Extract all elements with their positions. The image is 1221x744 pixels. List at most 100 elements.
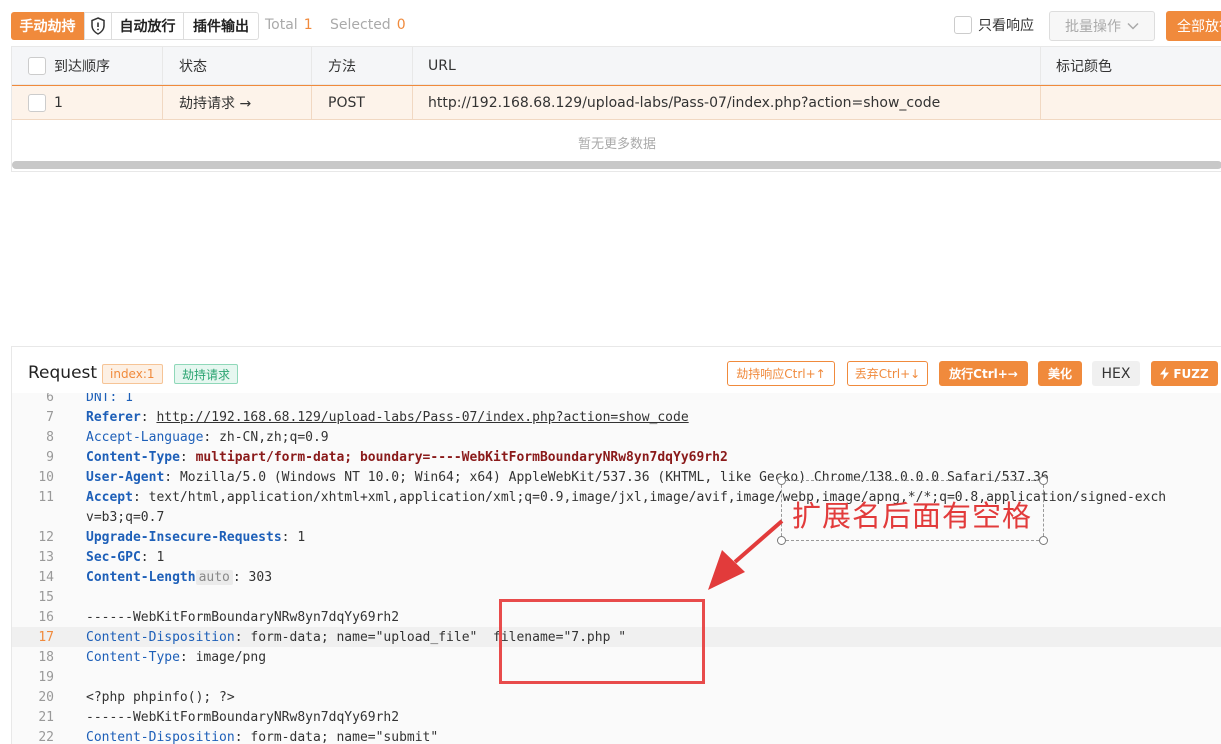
- code-line: 8 Accept-Language: zh-CN,zh;q=0.9: [12, 427, 1221, 447]
- only-response-toggle[interactable]: 只看响应: [954, 15, 1034, 35]
- horizontal-scrollbar[interactable]: [12, 161, 1221, 169]
- header-key: User-Agent: [86, 469, 165, 485]
- release-button[interactable]: 放行Ctrl+→: [939, 361, 1028, 386]
- col-url[interactable]: URL: [413, 47, 1041, 84]
- line-number: 20: [38, 689, 54, 705]
- col-url-label: URL: [428, 57, 456, 74]
- line-number: 12: [38, 529, 54, 545]
- fuzz-button[interactable]: FUZZ: [1151, 361, 1218, 386]
- resize-handle[interactable]: [777, 476, 786, 485]
- col-method[interactable]: 方法: [312, 47, 413, 84]
- line-number: 18: [38, 649, 54, 665]
- line-text: v=b3;q=0.7: [86, 509, 165, 525]
- resize-handle[interactable]: [1039, 536, 1048, 545]
- row-status-cell: 劫持请求 →: [163, 86, 312, 120]
- hex-button[interactable]: HEX: [1092, 361, 1140, 386]
- selected-label: Selected: [330, 17, 391, 33]
- plugin-output-button[interactable]: 插件输出: [184, 12, 259, 40]
- row-status: 劫持请求 →: [179, 96, 252, 112]
- col-status[interactable]: 状态: [163, 47, 312, 84]
- shield-button[interactable]: [84, 12, 112, 40]
- total-count: 1: [303, 17, 313, 33]
- drop-button[interactable]: 丢弃Ctrl+↓: [847, 361, 928, 386]
- line-number: 19: [38, 669, 54, 685]
- hijack-request-tag: 劫持请求: [174, 364, 239, 384]
- row-url: http://192.168.68.129/upload-labs/Pass-0…: [428, 95, 941, 111]
- select-all-checkbox[interactable]: [28, 56, 46, 75]
- code-line: 22 Content-Disposition: form-data; name=…: [12, 727, 1221, 744]
- header-key: Content-Disposition: [86, 629, 235, 645]
- resize-handle[interactable]: [777, 536, 786, 545]
- header-key: Content-Type: [86, 649, 180, 665]
- header-value: image/png: [195, 649, 267, 665]
- header-key: Content-Type: [86, 449, 180, 465]
- line-number: 21: [38, 709, 54, 725]
- col-method-label: 方法: [328, 58, 356, 75]
- request-title: Request: [28, 363, 98, 383]
- request-editor[interactable]: 6 DNT: 1 7 Referer: http://192.168.68.12…: [12, 393, 1221, 744]
- line-number: 8: [46, 429, 54, 445]
- col-order[interactable]: 到达顺序: [12, 47, 163, 84]
- row-checkbox[interactable]: [28, 94, 46, 112]
- header-value: 1: [156, 549, 165, 565]
- code-line: 14 Content-Length auto: 303: [12, 567, 1221, 587]
- code-line: 20 <?php phpinfo(); ?>: [12, 687, 1221, 707]
- total-stat: Total 1: [265, 17, 313, 33]
- header-key: Content-Length: [86, 569, 196, 585]
- code-line: 9 Content-Type: multipart/form-data; bou…: [12, 447, 1221, 467]
- line-number: 6: [46, 393, 54, 405]
- resize-handle[interactable]: [1039, 476, 1048, 485]
- row-color-cell[interactable]: [1041, 86, 1221, 120]
- code-line: 13 Sec-GPC: 1: [12, 547, 1221, 567]
- hijack-response-button[interactable]: 劫持响应Ctrl+↑: [727, 361, 835, 386]
- no-more-data-text: 暂无更多数据: [577, 137, 656, 152]
- row-method-cell: POST: [312, 86, 413, 120]
- shield-icon: [91, 17, 105, 35]
- col-order-label: 到达顺序: [54, 58, 110, 75]
- table-header: 到达顺序 状态 方法 URL 标记颜色: [12, 47, 1221, 85]
- header-value: zh-CN,zh;q=0.9: [219, 429, 329, 445]
- release-all-button[interactable]: 全部放行: [1166, 11, 1221, 41]
- code-line: 7 Referer: http://192.168.68.129/upload-…: [12, 407, 1221, 427]
- col-color[interactable]: 标记颜色: [1041, 47, 1221, 84]
- line-number: 22: [38, 729, 54, 744]
- beautify-button[interactable]: 美化: [1038, 361, 1082, 386]
- selected-count: 0: [396, 17, 406, 33]
- total-label: Total: [265, 17, 298, 33]
- header-value: 1: [297, 529, 306, 545]
- line-number: 7: [46, 409, 54, 425]
- line-number: 14: [38, 569, 54, 585]
- header-key: Content-Disposition: [86, 729, 235, 744]
- line-number: 17: [38, 629, 54, 645]
- fuzz-label: FUZZ: [1173, 366, 1209, 381]
- chevron-down-icon: [1127, 22, 1139, 30]
- bulk-actions-dropdown[interactable]: 批量操作: [1049, 11, 1155, 41]
- line-number: 15: [38, 589, 54, 605]
- bulk-actions-label: 批量操作: [1065, 19, 1121, 35]
- code-line: 21 ------WebKitFormBoundaryNRw8yn7dqYy69…: [12, 707, 1221, 727]
- header-value: http://192.168.68.129/upload-labs/Pass-0…: [156, 409, 689, 425]
- selected-stat: Selected 0: [330, 17, 406, 33]
- line-number: 10: [38, 469, 54, 485]
- request-panel: Request index:1 劫持请求 劫持响应Ctrl+↑ 丢弃Ctrl+↓…: [11, 346, 1221, 744]
- only-response-checkbox[interactable]: [954, 16, 972, 34]
- row-url-cell: http://192.168.68.129/upload-labs/Pass-0…: [413, 86, 1041, 120]
- highlight-box: [499, 599, 705, 684]
- header-value: form-data; name="submit": [250, 729, 439, 744]
- line-number: 11: [38, 489, 54, 505]
- auto-release-button[interactable]: 自动放行: [112, 12, 184, 40]
- line-number: 13: [38, 549, 54, 565]
- auto-badge[interactable]: auto: [195, 569, 233, 585]
- manual-intercept-button[interactable]: 手动劫持: [11, 12, 84, 40]
- header-key: Sec-GPC: [86, 549, 141, 565]
- table-row[interactable]: 1 劫持请求 → POST http://192.168.68.129/uplo…: [12, 85, 1221, 120]
- lightning-icon: [1160, 367, 1170, 380]
- header-value: 303: [248, 569, 273, 585]
- header-key: Accept: [86, 489, 133, 505]
- col-status-label: 状态: [179, 58, 207, 75]
- index-tag: index:1: [102, 364, 163, 384]
- top-toolbar: 手动劫持 自动放行 插件输出 Total 1 Selected 0 只看响应 批量操…: [0, 0, 1221, 48]
- line-text: <?php phpinfo(); ?>: [86, 689, 235, 705]
- only-response-label: 只看响应: [978, 18, 1034, 34]
- row-method: POST: [328, 95, 365, 111]
